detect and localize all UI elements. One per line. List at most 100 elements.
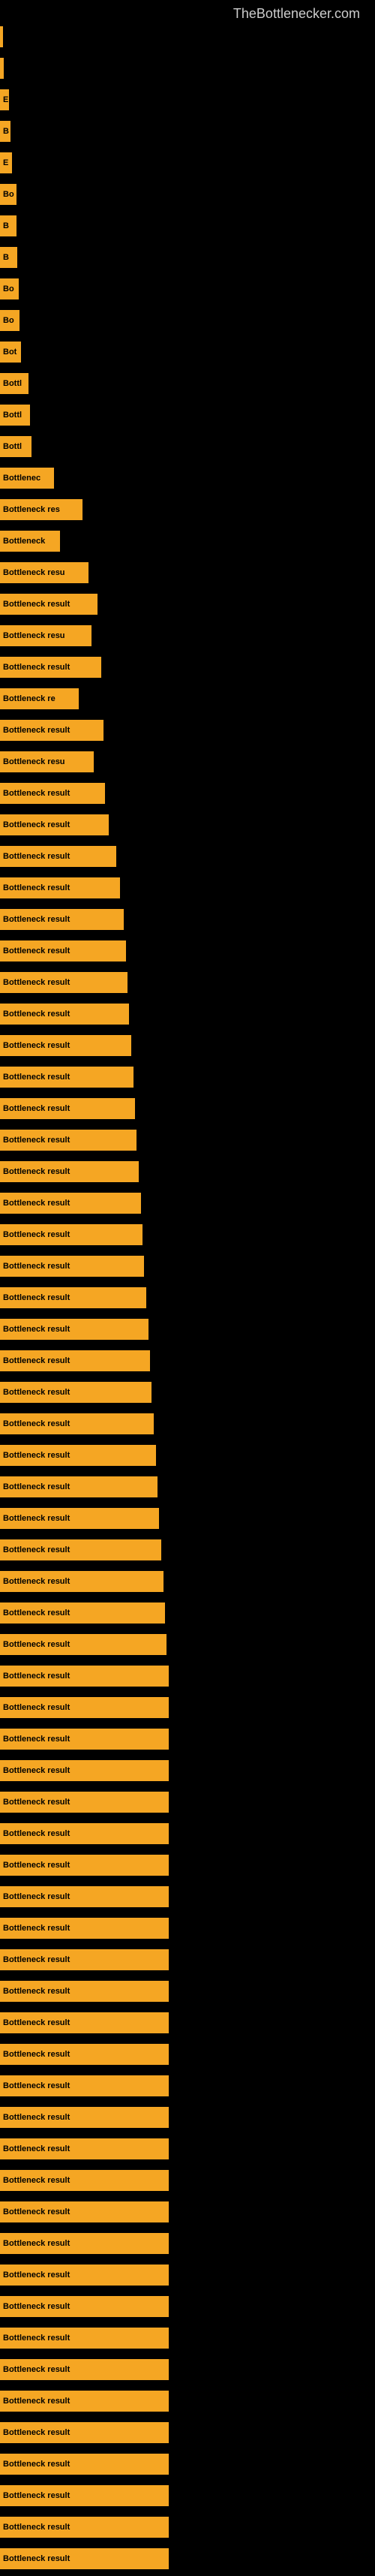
bar-row: Bottleneck <box>0 527 375 555</box>
bar-label: Bottleneck result <box>3 2334 70 2343</box>
bar-row: Bottleneck resu <box>0 748 375 776</box>
bar-label: Bottleneck result <box>3 1924 70 1933</box>
bar-item: Bottleneck result <box>0 1350 150 1371</box>
bar-row: Bottleneck result <box>0 1914 375 1943</box>
bar-row: Bottleneck result <box>0 1536 375 1564</box>
bar-label: Bottl <box>3 379 22 388</box>
bar-row: Bottleneck result <box>0 937 375 965</box>
bar-label: Bottlenec <box>3 474 40 483</box>
bar-label: Bottleneck result <box>3 1199 70 1208</box>
bar-item: Bottleneck result <box>0 2454 169 2475</box>
bar-row: Bottleneck result <box>0 1504 375 1533</box>
bar-item: Bottleneck result <box>0 2075 169 2096</box>
bar-item: Bottleneck result <box>0 1823 169 1844</box>
bar-row: Bottleneck result <box>0 1756 375 1785</box>
bar-item: Bottleneck result <box>0 1981 169 2002</box>
bar-row: Bottleneck result <box>0 874 375 902</box>
bar-row: B <box>0 212 375 240</box>
bar-row: Bottleneck result <box>0 2040 375 2069</box>
bar-row: Bottleneck result <box>0 2166 375 2195</box>
bar-item: Bottleneck result <box>0 1697 169 1718</box>
bar-row: Bot <box>0 338 375 366</box>
bar-row: Bottlenec <box>0 464 375 492</box>
bar-label: B <box>3 253 9 262</box>
bar-item: Bottleneck result <box>0 1729 169 1750</box>
bar-label: Bottleneck result <box>3 883 70 892</box>
bar-label: Bottleneck res <box>3 505 60 514</box>
bar-item: Bottleneck result <box>0 1666 169 1687</box>
bar-item: Bottleneck result <box>0 1193 141 1214</box>
bar-label: E <box>3 158 8 167</box>
bar-label: Bottleneck result <box>3 1167 70 1176</box>
bar-item: Bottleneck result <box>0 1004 129 1025</box>
bar-item: Bottleneck result <box>0 2391 169 2412</box>
bar-row: Bottleneck result <box>0 1315 375 1344</box>
bar-row: Bottleneck result <box>0 2450 375 2478</box>
bar-label: Bottleneck result <box>3 946 70 955</box>
bar-label: Bottleneck result <box>3 789 70 798</box>
bar-item: Bottleneck result <box>0 909 124 930</box>
bar-label: Bottleneck <box>3 537 45 546</box>
bar-label: Bottleneck result <box>3 852 70 861</box>
bar-item: Bottleneck result <box>0 1098 135 1119</box>
bar-row: Bottleneck result <box>0 2387 375 2415</box>
bar-item: Bottleneck result <box>0 1634 166 1655</box>
bar-row: Bottleneck result <box>0 2513 375 2541</box>
bar-label: Bottleneck result <box>3 2081 70 2090</box>
bar-label: Bottleneck result <box>3 1482 70 1491</box>
bar-item: Bottleneck result <box>0 846 116 867</box>
bar-label: Bottleneck result <box>3 1136 70 1145</box>
bar-row: Bottleneck result <box>0 905 375 934</box>
bar-row <box>0 23 375 51</box>
bar-label: Bottleneck result <box>3 1987 70 1996</box>
bar-item: Bottleneck result <box>0 783 105 804</box>
bar-item: Bottleneck re <box>0 688 79 709</box>
bar-label: Bottleneck result <box>3 1293 70 1302</box>
bar-item: Bottlenec <box>0 468 54 489</box>
bar-item <box>0 26 3 47</box>
bar-label: Bottleneck result <box>3 2207 70 2216</box>
bar-label: Bottleneck result <box>3 1955 70 1964</box>
bar-item: Bottl <box>0 405 30 426</box>
bar-label: Bottleneck result <box>3 1703 70 1712</box>
bar-item: Bottleneck result <box>0 2517 169 2538</box>
bar-item: B <box>0 247 17 268</box>
bar-row: Bottleneck result <box>0 1882 375 1911</box>
bar-label: Bottleneck resu <box>3 757 65 766</box>
bar-label: Bottleneck re <box>3 694 56 703</box>
bar-label: Bottleneck result <box>3 1356 70 1365</box>
bar-row: Bottleneck result <box>0 2418 375 2447</box>
bar-label: Bottleneck result <box>3 2523 70 2532</box>
bar-label: Bottleneck result <box>3 1262 70 1271</box>
bar-row: Bottleneck result <box>0 653 375 682</box>
bar-row: Bo <box>0 275 375 303</box>
bar-row: Bottleneck result <box>0 811 375 839</box>
bar-item: B <box>0 215 16 236</box>
bar-row: Bottleneck result <box>0 2229 375 2258</box>
bar-row: Bottleneck result <box>0 1378 375 1407</box>
bar-row: Bottleneck result <box>0 1599 375 1627</box>
bar-label: B <box>3 221 9 230</box>
bar-row: Bottleneck result <box>0 1441 375 1470</box>
bar-row: Bottleneck result <box>0 2544 375 2573</box>
bar-item: Bottleneck result <box>0 1035 131 1056</box>
bar-label: Bo <box>3 190 14 199</box>
bar-row: Bottleneck result <box>0 779 375 808</box>
bar-label: Bottleneck result <box>3 1798 70 1807</box>
bar-label: Bottleneck result <box>3 2365 70 2374</box>
bar-item: Bottleneck result <box>0 1130 136 1151</box>
bar-row: Bottleneck result <box>0 1851 375 1879</box>
bar-row: Bottl <box>0 369 375 398</box>
bar-row: Bottleneck result <box>0 1094 375 1123</box>
bar-row: E <box>0 86 375 114</box>
bar-label: Bottleneck result <box>3 1577 70 1586</box>
bar-item: Bottleneck result <box>0 2044 169 2065</box>
bar-row: Bottleneck result <box>0 1977 375 2006</box>
bar-item <box>0 58 4 79</box>
bar-label: Bottleneck result <box>3 2050 70 2059</box>
bar-label: Bottleneck result <box>3 1735 70 1744</box>
bar-row: Bottleneck result <box>0 2324 375 2352</box>
bar-label: B <box>3 127 9 136</box>
bar-row: Bottleneck result <box>0 1220 375 1249</box>
bar-label: Bottleneck result <box>3 663 70 672</box>
